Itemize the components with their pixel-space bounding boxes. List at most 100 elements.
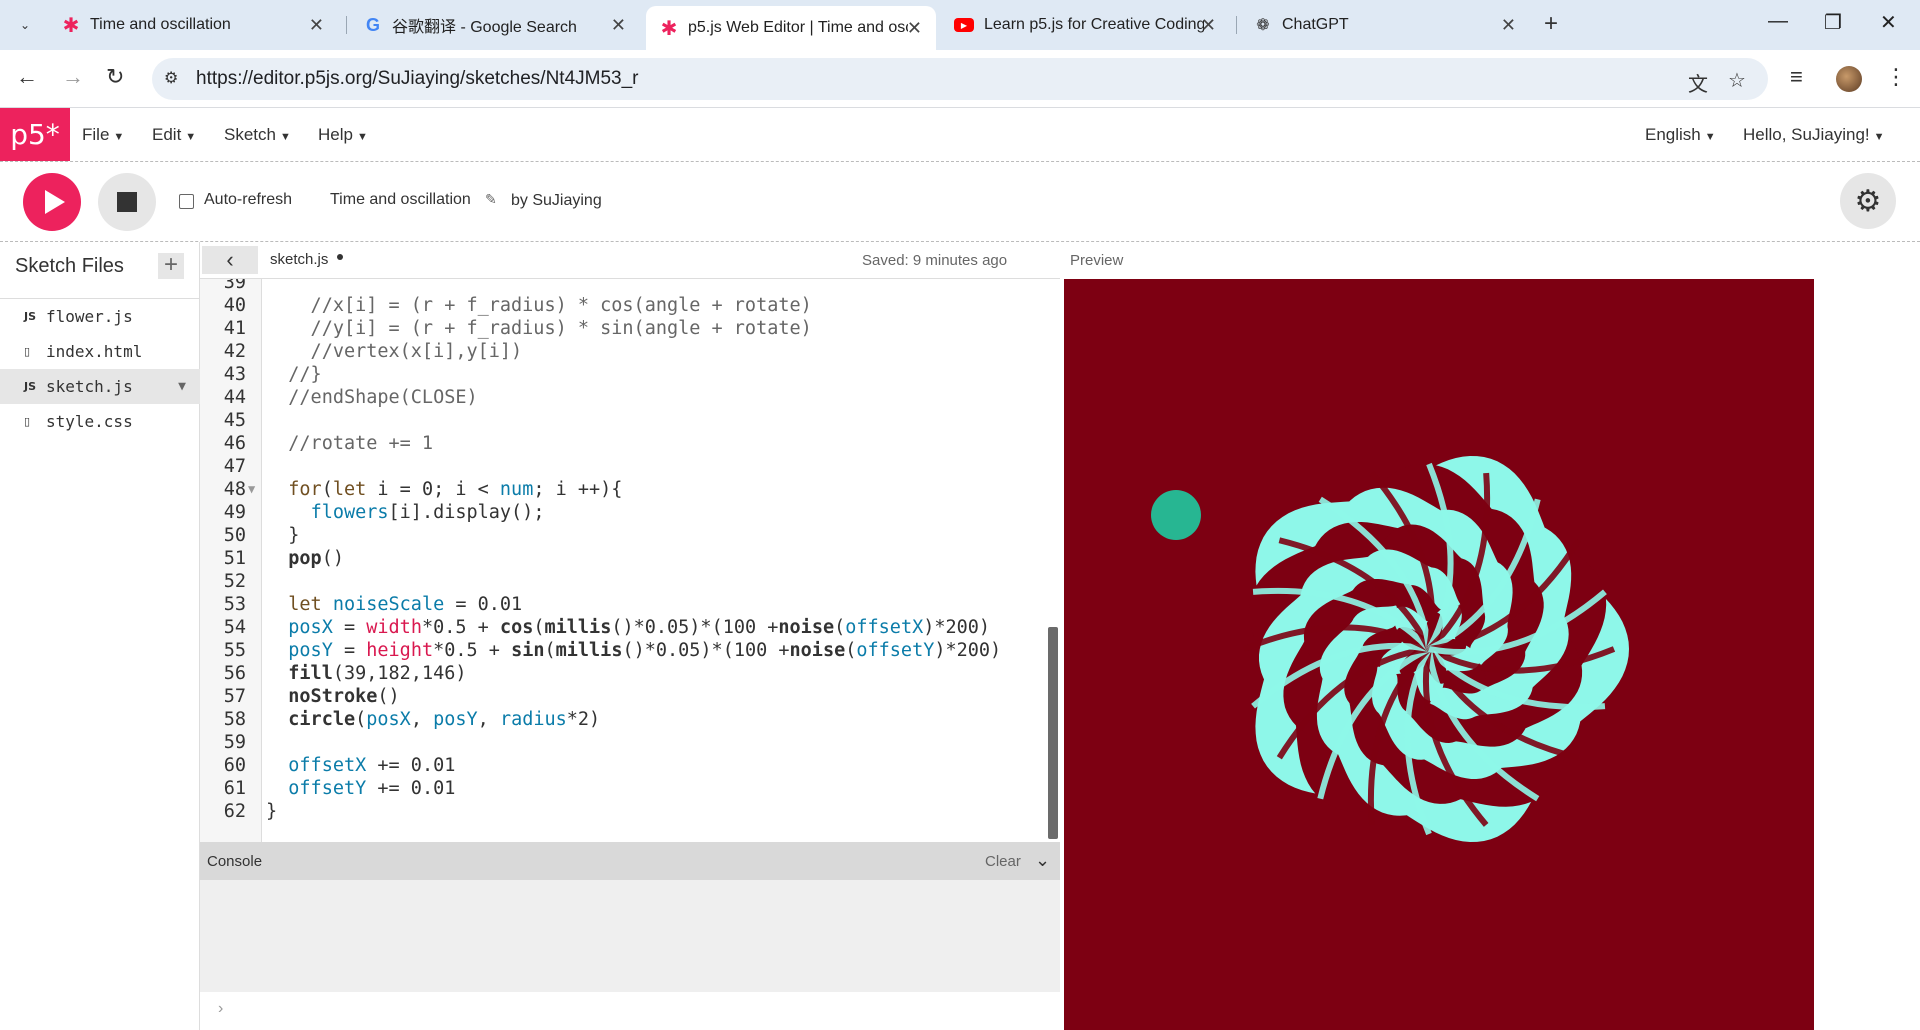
- chevron-down-icon[interactable]: ⌄: [1035, 850, 1050, 871]
- minimize-button[interactable]: —: [1768, 10, 1788, 33]
- file-item-style-css[interactable]: ▯ style.css: [0, 404, 200, 439]
- line-number: 60: [223, 755, 246, 776]
- editor-scrollbar[interactable]: [1048, 627, 1058, 839]
- code-editor[interactable]: 39 40 //x[i] = (r + f_radius) * cos(angle…: [200, 278, 1060, 842]
- code-line[interactable]: 46 //rotate += 1: [200, 432, 1060, 455]
- browser-menu-icon[interactable]: ⋮: [1885, 64, 1907, 90]
- js-file-icon: JS: [24, 310, 37, 323]
- gear-icon: ⚙: [1854, 184, 1882, 218]
- url-omnibox[interactable]: ⚙ https://editor.p5js.org/SuJiaying/sket…: [152, 58, 1768, 100]
- auto-refresh-label[interactable]: Auto-refresh: [204, 191, 292, 209]
- line-number: 40: [223, 295, 246, 316]
- line-number: 49: [223, 502, 246, 523]
- file-icon: ▯: [24, 415, 31, 428]
- play-button[interactable]: [23, 173, 81, 231]
- close-icon[interactable]: ✕: [1501, 15, 1516, 36]
- prompt-chevron-icon: ›: [218, 1000, 224, 1017]
- window-close-button[interactable]: ✕: [1880, 10, 1897, 35]
- user-menu[interactable]: Hello, SuJiaying! ▼: [1743, 125, 1885, 145]
- code-line[interactable]: 40 //x[i] = (r + f_radius) * cos(angle +…: [200, 294, 1060, 317]
- file-item-sketch-js[interactable]: JS sketch.js ▼: [0, 369, 200, 404]
- code-line[interactable]: 44 //endShape(CLOSE): [200, 386, 1060, 409]
- file-item-index-html[interactable]: ▯ index.html: [0, 334, 200, 369]
- browser-tab-2[interactable]: G 谷歌翻译 - Google Search ✕: [350, 6, 640, 44]
- translate-icon[interactable]: 文: [1688, 68, 1708, 97]
- auto-refresh-checkbox[interactable]: [179, 194, 194, 209]
- code-line[interactable]: 50 }: [200, 524, 1060, 547]
- code-line[interactable]: 43 //}: [200, 363, 1060, 386]
- close-icon[interactable]: ✕: [907, 18, 922, 39]
- site-settings-icon[interactable]: ⚙: [164, 68, 178, 88]
- code-text: //y[i] = (r + f_radius) * sin(angle + ro…: [266, 318, 812, 339]
- line-number: 62: [223, 801, 246, 822]
- code-line[interactable]: 49 flowers[i].display();: [200, 501, 1060, 524]
- pencil-icon[interactable]: ✎: [485, 191, 497, 208]
- stop-button[interactable]: [98, 173, 156, 231]
- file-options-caret-icon[interactable]: ▼: [178, 379, 186, 394]
- browser-tab-5[interactable]: ❁ ChatGPT ✕: [1240, 6, 1530, 44]
- play-icon: [44, 190, 65, 214]
- code-line[interactable]: 52: [200, 570, 1060, 593]
- code-line[interactable]: 61 offsetY += 0.01: [200, 777, 1060, 800]
- line-number: 52: [223, 571, 246, 592]
- close-icon[interactable]: ✕: [1201, 15, 1216, 36]
- code-line[interactable]: 48 ▼ for(let i = 0; i < num; i ++){: [200, 478, 1060, 501]
- menu-help[interactable]: Help ▼: [318, 125, 368, 145]
- code-line[interactable]: 51 pop(): [200, 547, 1060, 570]
- menu-sketch[interactable]: Sketch ▼: [224, 125, 291, 145]
- code-line[interactable]: 45: [200, 409, 1060, 432]
- code-line[interactable]: 42 //vertex(x[i],y[i]): [200, 340, 1060, 363]
- stop-icon: [117, 192, 137, 212]
- fold-arrow-icon[interactable]: ▼: [248, 478, 255, 501]
- code-line[interactable]: 56 fill(39,182,146): [200, 662, 1060, 685]
- caret-down-icon: ▼: [113, 131, 125, 143]
- browser-profile-avatar[interactable]: [1836, 66, 1862, 92]
- language-menu[interactable]: English ▼: [1645, 125, 1716, 145]
- code-line[interactable]: 47: [200, 455, 1060, 478]
- line-number: 59: [223, 732, 246, 753]
- console-clear-button[interactable]: Clear: [985, 853, 1021, 870]
- chevron-left-icon: ‹: [226, 247, 234, 272]
- address-bar-row: ← → ↻ ⚙ https://editor.p5js.org/SuJiayin…: [0, 50, 1920, 108]
- p5-logo[interactable]: p5*: [0, 108, 70, 161]
- console-input[interactable]: ›: [200, 992, 1060, 1030]
- code-lines[interactable]: 39 40 //x[i] = (r + f_radius) * cos(angle…: [200, 279, 1060, 823]
- code-line[interactable]: 39: [200, 279, 1060, 294]
- browser-tab-3-active[interactable]: ✱ p5.js Web Editor | Time and oscillatio…: [646, 6, 936, 50]
- browser-tab-4[interactable]: ▶ Learn p5.js for Creative Coding ✕: [940, 6, 1230, 44]
- code-text: }: [266, 525, 300, 546]
- media-queue-icon[interactable]: ≡: [1790, 64, 1803, 90]
- settings-button[interactable]: ⚙: [1840, 173, 1896, 229]
- bookmark-star-icon[interactable]: ☆: [1728, 68, 1746, 93]
- code-line[interactable]: 62}: [200, 800, 1060, 823]
- url-text[interactable]: https://editor.p5js.org/SuJiaying/sketch…: [196, 68, 639, 90]
- code-line[interactable]: 54 posX = width*0.5 + cos(millis()*0.05)…: [200, 616, 1060, 639]
- preview-canvas[interactable]: [1064, 279, 1814, 1030]
- code-line[interactable]: 57 noStroke(): [200, 685, 1060, 708]
- close-icon[interactable]: ✕: [309, 15, 324, 36]
- code-line[interactable]: 41 //y[i] = (r + f_radius) * sin(angle +…: [200, 317, 1060, 340]
- new-tab-button[interactable]: +: [1544, 10, 1558, 38]
- code-line[interactable]: 55 posY = height*0.5 + sin(millis()*0.05…: [200, 639, 1060, 662]
- browser-tab-1[interactable]: ✱ Time and oscillation ✕: [48, 6, 338, 44]
- back-arrow-icon[interactable]: ←: [16, 64, 38, 90]
- collapse-sidebar-button[interactable]: ‹: [202, 246, 258, 274]
- restore-button[interactable]: ❐: [1824, 10, 1842, 35]
- code-line[interactable]: 60 offsetX += 0.01: [200, 754, 1060, 777]
- menu-edit[interactable]: Edit ▼: [152, 125, 196, 145]
- forward-arrow-icon[interactable]: →: [62, 64, 84, 90]
- line-number: 47: [223, 456, 246, 477]
- code-line[interactable]: 59: [200, 731, 1060, 754]
- add-file-button[interactable]: +: [158, 253, 184, 279]
- tab-search-button[interactable]: ⌄: [10, 12, 40, 38]
- code-line[interactable]: 58 circle(posX, posY, radius*2): [200, 708, 1060, 731]
- file-item-flower-js[interactable]: JS flower.js: [0, 299, 200, 334]
- code-line[interactable]: 53 let noiseScale = 0.01: [200, 593, 1060, 616]
- close-icon[interactable]: ✕: [611, 15, 626, 36]
- reload-icon[interactable]: ↻: [106, 64, 124, 90]
- sketch-name[interactable]: Time and oscillation: [330, 191, 471, 209]
- open-file-tab[interactable]: sketch.js: [270, 251, 328, 268]
- menu-file[interactable]: File ▼: [82, 125, 124, 145]
- line-number: 48: [223, 479, 246, 500]
- line-number: 54: [223, 617, 246, 638]
